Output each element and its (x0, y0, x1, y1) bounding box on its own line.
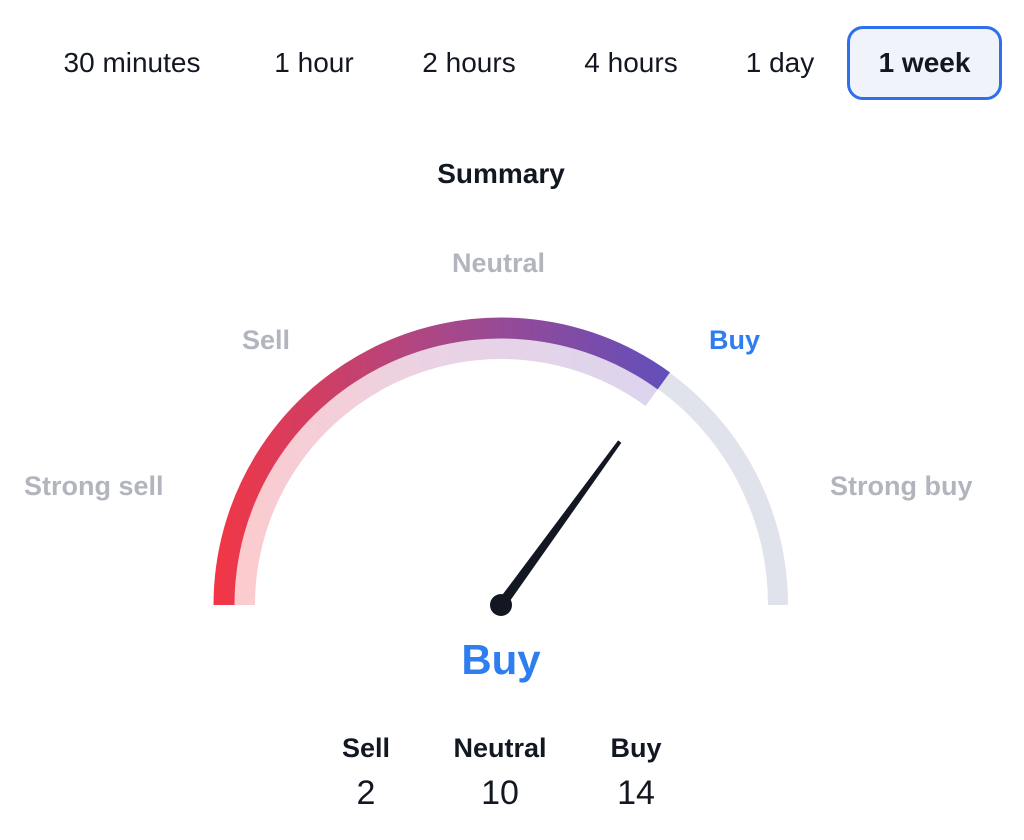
gauge-needle (496, 440, 622, 608)
gauge-fill-inner (233, 337, 659, 606)
count-buy-label: Buy (610, 733, 662, 763)
gauge-hub (490, 594, 512, 616)
gauge-track (214, 318, 788, 606)
summary-result: Buy (461, 636, 541, 683)
count-buy: Buy 14 (556, 733, 716, 813)
gauge (213, 317, 788, 616)
count-buy-value: 14 (617, 774, 655, 812)
